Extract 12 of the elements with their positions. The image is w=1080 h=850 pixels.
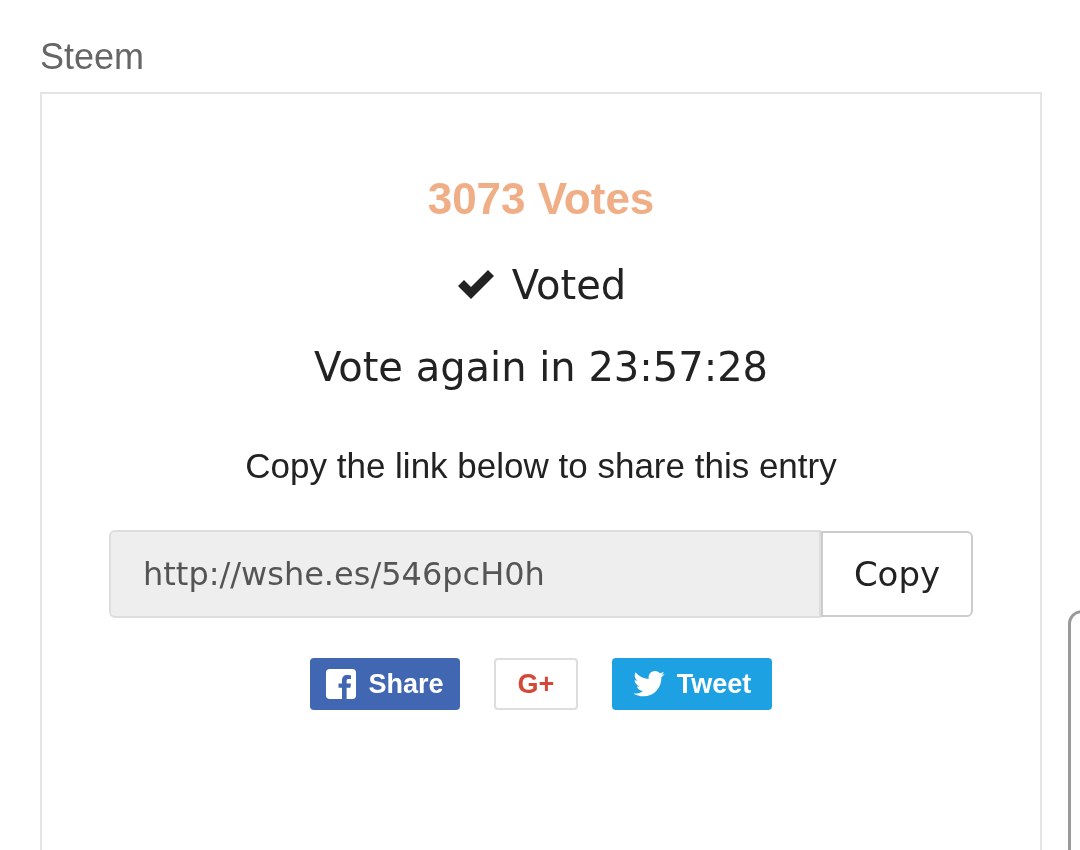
voted-status: Voted bbox=[511, 262, 627, 308]
tweet-button[interactable]: Tweet bbox=[612, 658, 772, 710]
share-prompt: Copy the link below to share this entry bbox=[245, 446, 837, 486]
countdown-text: Vote again in 23:57:28 bbox=[313, 344, 769, 390]
facebook-icon bbox=[326, 669, 357, 699]
google-plus-button[interactable]: G+ bbox=[494, 658, 578, 710]
bird-icon bbox=[632, 671, 665, 697]
copy-button[interactable]: Copy bbox=[821, 531, 973, 617]
facebook-share-button[interactable]: Share bbox=[310, 658, 460, 710]
link-field[interactable]: http://wshe.es/546pcH0h bbox=[109, 530, 821, 618]
vote-count: 3073 Votes bbox=[427, 174, 655, 224]
page-title: Steem bbox=[40, 36, 145, 78]
